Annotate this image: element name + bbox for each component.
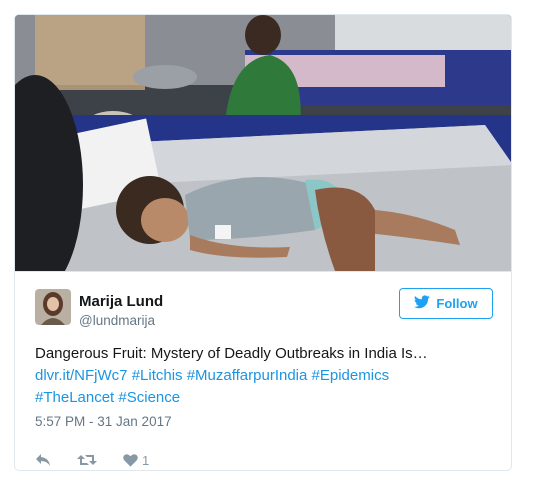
reply-icon (35, 453, 51, 467)
author-handle[interactable]: @lundmarija (79, 313, 155, 328)
hashtag-epidemics[interactable]: #Epidemics (312, 367, 390, 384)
hashtag-litchis[interactable]: #Litchis (132, 367, 183, 384)
tweet-timestamp[interactable]: 5:57 PM - 31 Jan 2017 (35, 414, 172, 429)
like-count: 1 (142, 452, 150, 468)
retweet-icon (77, 453, 97, 467)
tweet-actions: 1 (35, 450, 175, 470)
follow-button[interactable]: Follow (399, 288, 493, 319)
tweet-text-plain: Dangerous Fruit: Mystery of Deadly Outbr… (35, 345, 428, 362)
twitter-bird-icon (414, 295, 431, 312)
tweet-photo[interactable] (15, 15, 511, 271)
follow-label: Follow (436, 296, 478, 311)
reply-button[interactable] (35, 453, 51, 467)
hashtag-thelancet[interactable]: #TheLancet (35, 389, 114, 406)
tweet-body: Marija Lund @lundmarija Follow Dangerous… (15, 271, 511, 470)
hashtag-science[interactable]: #Science (118, 389, 180, 406)
author-name[interactable]: Marija Lund (79, 293, 163, 310)
hashtag-muzaffarpurindia[interactable]: #MuzaffarpurIndia (187, 367, 308, 384)
like-button[interactable]: 1 (123, 453, 149, 468)
tweet-card: Marija Lund @lundmarija Follow Dangerous… (14, 14, 512, 471)
heart-icon (123, 453, 138, 467)
tweet-text: Dangerous Fruit: Mystery of Deadly Outbr… (35, 343, 495, 409)
avatar[interactable] (35, 289, 71, 325)
retweet-button[interactable] (77, 453, 97, 467)
tweet-link-url[interactable]: dlvr.it/NFjWc7 (35, 367, 128, 384)
